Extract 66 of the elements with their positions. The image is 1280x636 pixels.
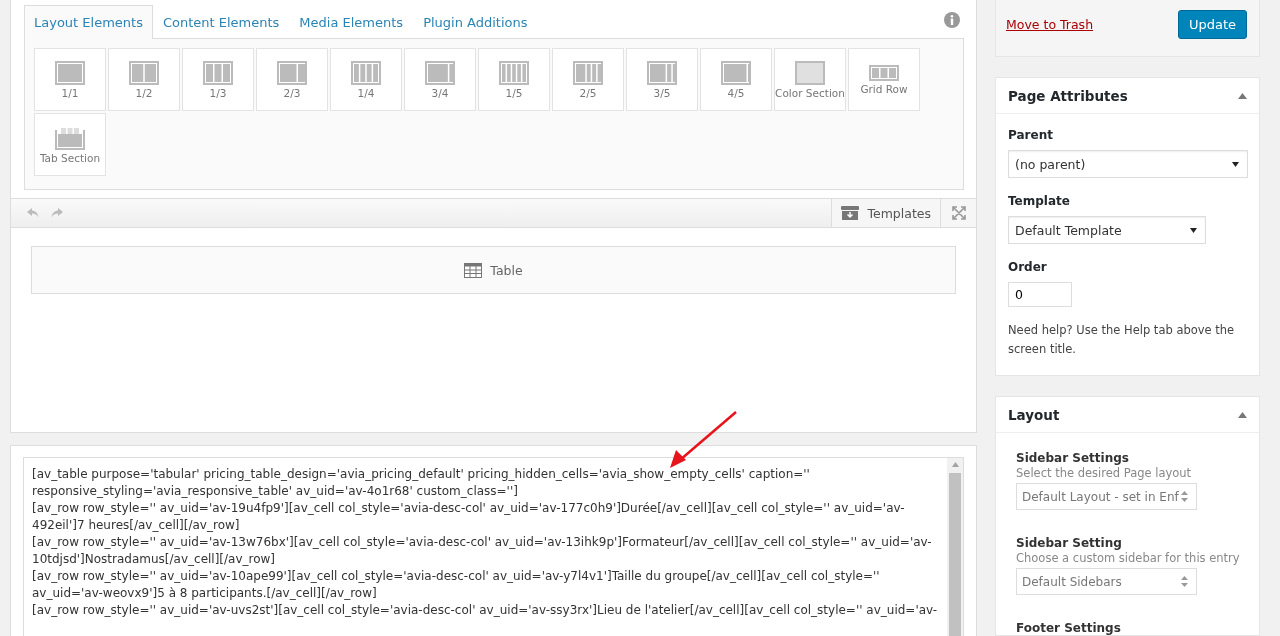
- field-label: Order: [1008, 260, 1048, 274]
- up-down-arrows-icon: [1181, 576, 1188, 587]
- columns-icon: [129, 60, 159, 85]
- columns-icon: [55, 60, 85, 85]
- panel-title: Page Attributes: [1008, 87, 1128, 104]
- layout-element[interactable]: 1/1: [34, 48, 106, 111]
- annotation-arrow: [668, 410, 738, 470]
- tab[interactable]: Plugin Additions: [413, 5, 538, 39]
- setting-label: Sidebar Settings: [1016, 451, 1130, 465]
- field-label: Parent: [1008, 128, 1054, 142]
- box-icon: [841, 206, 860, 220]
- up-down-arrows-icon: [1181, 491, 1188, 502]
- layout-element[interactable]: 1/3: [182, 48, 254, 111]
- layout-element[interactable]: 1/2: [108, 48, 180, 111]
- layout-element[interactable]: Color Section: [774, 48, 846, 111]
- columns-icon: [721, 60, 751, 85]
- move-to-trash-link[interactable]: Move to Trash: [1006, 16, 1094, 32]
- columns-icon: [351, 60, 381, 85]
- columns-icon: [277, 60, 307, 85]
- layout-element[interactable]: 4/5: [700, 48, 772, 111]
- table-icon: [464, 262, 483, 278]
- collapse-toggle[interactable]: [1238, 411, 1247, 418]
- tab[interactable]: Content Elements: [152, 5, 290, 39]
- template-select[interactable]: Default Template: [1008, 216, 1206, 244]
- layout-element[interactable]: Tab Section: [34, 113, 106, 176]
- info-icon[interactable]: [944, 12, 960, 28]
- panel-title: Layout: [1008, 406, 1060, 423]
- templates-button[interactable]: Templates: [831, 199, 940, 227]
- columns-icon: [869, 64, 899, 81]
- columns-icon: [573, 60, 603, 85]
- setting-label: Sidebar Setting: [1016, 536, 1123, 550]
- redo-icon[interactable]: [51, 208, 63, 218]
- parent-select[interactable]: (no parent): [1008, 150, 1248, 178]
- field-label: Template: [1008, 194, 1071, 208]
- scrollbar-thumb[interactable]: [949, 473, 961, 636]
- section-icon: [795, 60, 825, 85]
- layout-element[interactable]: 1/4: [330, 48, 402, 111]
- setting-label: Footer Settings: [1016, 621, 1122, 635]
- setting-select[interactable]: Default Sidebars: [1016, 568, 1197, 595]
- help-text: Need help? Use the Help tab above the screen title.: [1008, 322, 1236, 358]
- fullscreen-icon[interactable]: [940, 199, 976, 227]
- tab[interactable]: Layout Elements: [24, 5, 153, 39]
- dropdown-arrow-icon: [1232, 161, 1239, 167]
- layout-element[interactable]: 1/5: [478, 48, 550, 111]
- columns-icon: [499, 60, 529, 85]
- collapse-toggle[interactable]: [1238, 92, 1247, 99]
- tab[interactable]: Media Elements: [289, 5, 414, 39]
- columns-icon: [647, 60, 677, 85]
- layout-element[interactable]: Grid Row: [848, 48, 920, 111]
- order-input[interactable]: 0: [1008, 282, 1072, 307]
- setting-select[interactable]: Default Layout - set in Enf: [1016, 483, 1197, 510]
- layout-element[interactable]: 3/5: [626, 48, 698, 111]
- layout-element[interactable]: 2/3: [256, 48, 328, 111]
- layout-element[interactable]: 3/4: [404, 48, 476, 111]
- columns-icon: [425, 60, 455, 85]
- tab-section-icon: [55, 125, 85, 150]
- layout-element[interactable]: 2/5: [552, 48, 624, 111]
- setting-hint: Choose a custom sidebar for this entry: [1016, 551, 1239, 565]
- setting-hint: Select the desired Page layout: [1016, 466, 1193, 480]
- undo-icon[interactable]: [27, 208, 39, 218]
- dropdown-arrow-icon: [1190, 227, 1197, 233]
- table-element[interactable]: Table: [31, 246, 956, 294]
- columns-icon: [203, 60, 233, 85]
- scroll-up-icon[interactable]: [951, 462, 959, 467]
- shortcode-textarea[interactable]: [av_table purpose='tabular' pricing_table_design='avia_pricing_default' pricing_hidden_cells='avia_show_empty_cells' caption='' responsive_styling='avia_responsive_table' av_uid='av-4o1r68' custom_class=''] [av_row row_style='' av_uid='av-19u4fp9'][av_cell col_style='avia-desc-col' av_uid='av-177c0h9']Durée[/av_cell][av_cell col_style='' av_uid='av-492eil']7 heures[/av_cell][/av_row] [av_row row_style='' av_uid='av-13w76bx'][av_cell col_style='avia-desc-col' av_uid='av-13ihk9p']Formateur[/av_cell][av_cell col_style='' av_uid='av-10tdjsd']Nostradamus[/av_cell][/av_row] [av_row row_style='' av_uid='av-10ape99'][av_cell col_style='avia-desc-col' av_uid='av-y7l4v1']Taille du groupe[/av_cell][av_cell col_style='' av_uid='av-weovx9']5 à 8 participants.[/av_cell][/av_row] [av_row row_style='' av_uid='av-uvs2st'][av_cell col_style='avia-desc-col' av_uid='av-ssy3rx']Lieu de l'atelier[/av_cell][av_cell col_style='' av_uid='av-: [23, 457, 964, 636]
- update-button[interactable]: Update: [1177, 9, 1247, 39]
